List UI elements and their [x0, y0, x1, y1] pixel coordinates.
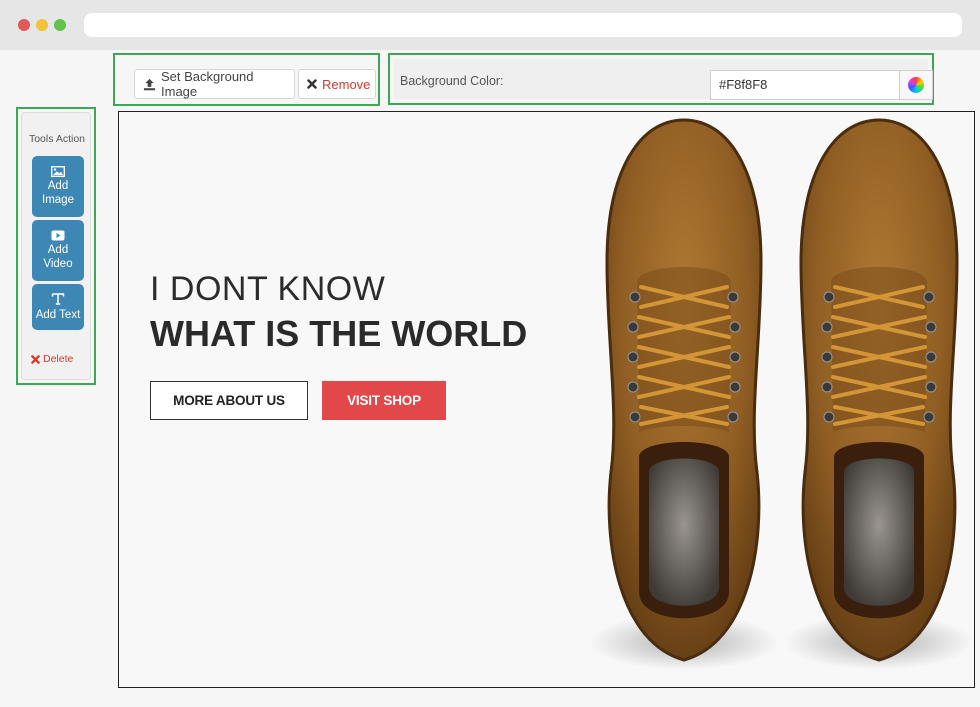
browser-chrome [0, 0, 980, 50]
window-minimize-dot[interactable] [36, 19, 48, 31]
window-maximize-dot[interactable] [54, 19, 66, 31]
background-color-controls: Background Color: #F8f8F8 [388, 53, 934, 105]
tools-title: Tools Action [28, 133, 86, 145]
address-bar[interactable] [84, 13, 962, 37]
right-boot [784, 118, 974, 670]
delete-element-link[interactable]: Delete [31, 353, 73, 365]
background-image-controls: Set Background Image Remove [113, 53, 380, 106]
tools-panel: Tools Action Add Image Add Video Add Tex… [21, 112, 91, 380]
headline-light-text[interactable]: I DONT KNOW [150, 270, 385, 309]
more-about-us-button[interactable]: MORE ABOUT US [150, 381, 308, 420]
delete-label: Delete [43, 353, 74, 365]
upload-icon [143, 78, 156, 90]
remove-background-button[interactable]: Remove [298, 69, 376, 99]
remove-background-label: Remove [322, 76, 371, 92]
background-color-panel: Background Color: #F8f8F8 [394, 59, 933, 100]
add-text-label: Add Text [35, 308, 81, 321]
boots-product-image[interactable] [579, 112, 975, 688]
text-icon [51, 292, 65, 305]
add-image-label-line1: Add [47, 180, 69, 192]
visit-shop-button[interactable]: VISIT SHOP [322, 381, 446, 420]
video-icon [51, 230, 65, 241]
set-background-image-label: Set Background Image [161, 69, 254, 99]
set-background-image-button[interactable]: Set Background Image [134, 69, 295, 99]
color-wheel-icon [908, 77, 924, 93]
add-image-button[interactable]: Add Image [32, 156, 84, 217]
image-icon [51, 166, 65, 177]
headline-bold-text[interactable]: WHAT IS THE WORLD [150, 313, 527, 355]
add-video-label-line2: Video [43, 258, 73, 270]
editor-canvas[interactable]: I DONT KNOW WHAT IS THE WORLD MORE ABOUT… [118, 111, 975, 688]
color-picker-button[interactable] [899, 70, 933, 100]
add-text-button[interactable]: Add Text [32, 284, 84, 330]
background-color-input[interactable]: #F8f8F8 [710, 70, 899, 100]
background-color-label: Background Color: [400, 74, 504, 88]
close-icon [31, 354, 40, 364]
add-image-label-line2: Image [42, 194, 74, 206]
add-video-button[interactable]: Add Video [32, 220, 84, 281]
window-close-dot[interactable] [18, 19, 30, 31]
tools-sidebar: Tools Action Add Image Add Video Add Tex… [16, 107, 96, 385]
left-boot [589, 118, 779, 670]
close-icon [307, 79, 317, 89]
add-video-label-line1: Add [47, 244, 69, 256]
